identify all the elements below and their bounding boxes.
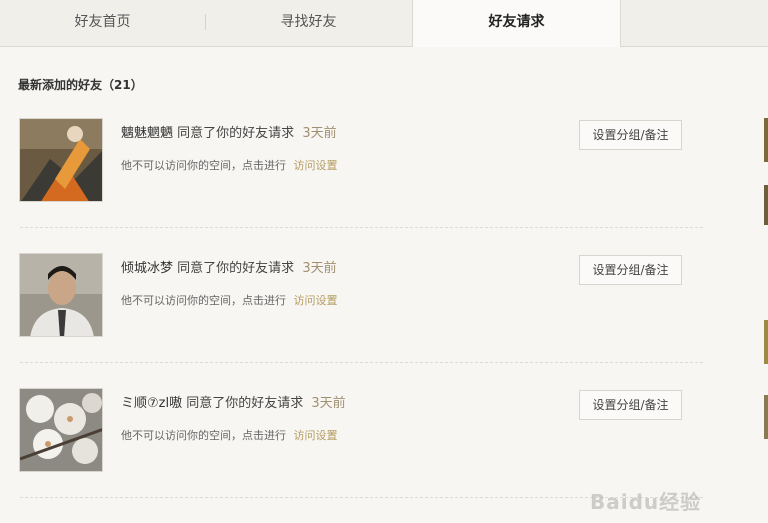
set-group-note-button[interactable]: 设置分组/备注 <box>579 120 682 150</box>
avatar-image <box>20 254 102 336</box>
tab-friend-requests[interactable]: 好友请求 <box>412 0 621 47</box>
activity-text: 同意了你的好友请求 <box>177 261 295 276</box>
timestamp: 3天前 <box>302 261 337 276</box>
access-note-text: 他不可以访问你的空间，点击进行 <box>121 159 286 172</box>
access-settings-link[interactable]: 访问设置 <box>294 159 338 172</box>
friend-list-item: 魑魅魍魉 同意了你的好友请求 3天前 他不可以访问你的空间，点击进行 访问设置 … <box>0 118 768 253</box>
friend-list-item: 倾城冰梦 同意了你的好友请求 3天前 他不可以访问你的空间，点击进行 访问设置 … <box>0 253 768 388</box>
section-title: 最新添加的好友（21） <box>18 78 143 92</box>
access-note-text: 他不可以访问你的空间，点击进行 <box>121 429 286 442</box>
activity-text: 同意了你的好友请求 <box>186 396 304 411</box>
access-note: 他不可以访问你的空间，点击进行 访问设置 <box>121 157 338 173</box>
divider <box>20 362 703 363</box>
friend-activity: ミ顺⑦zl嗷 同意了你的好友请求 3天前 <box>121 392 346 411</box>
divider <box>20 227 703 228</box>
friend-activity: 倾城冰梦 同意了你的好友请求 3天前 <box>121 257 337 276</box>
access-note: 他不可以访问你的空间，点击进行 访问设置 <box>121 292 338 308</box>
sidebar-thumbnail-edge <box>764 185 768 225</box>
tab-bar: 好友首页 寻找好友 好友请求 <box>0 0 768 47</box>
friend-name[interactable]: 倾城冰梦 <box>121 261 173 276</box>
tab-find-friends[interactable]: 寻找好友 <box>206 0 411 46</box>
sidebar-thumbnail-edge <box>764 118 768 162</box>
sidebar-thumbnail-edge <box>764 320 768 364</box>
friend-activity: 魑魅魍魉 同意了你的好友请求 3天前 <box>121 122 337 141</box>
sidebar-thumbnail-edge <box>764 395 768 439</box>
friend-name[interactable]: 魑魅魍魉 <box>121 126 173 141</box>
timestamp: 3天前 <box>302 126 337 141</box>
timestamp: 3天前 <box>311 396 346 411</box>
set-group-note-button[interactable]: 设置分组/备注 <box>579 390 682 420</box>
access-settings-link[interactable]: 访问设置 <box>294 429 338 442</box>
avatar[interactable] <box>19 253 103 337</box>
access-note-text: 他不可以访问你的空间，点击进行 <box>121 294 286 307</box>
tab-friends-home[interactable]: 好友首页 <box>0 0 205 46</box>
watermark-logo: Baidu经验 <box>590 490 702 514</box>
avatar-image <box>20 119 102 201</box>
avatar[interactable] <box>19 388 103 472</box>
friend-name[interactable]: ミ顺⑦zl嗷 <box>121 396 182 411</box>
avatar-image <box>20 389 102 471</box>
avatar[interactable] <box>19 118 103 202</box>
access-note: 他不可以访问你的空间，点击进行 访问设置 <box>121 427 338 443</box>
set-group-note-button[interactable]: 设置分组/备注 <box>579 255 682 285</box>
activity-text: 同意了你的好友请求 <box>177 126 295 141</box>
access-settings-link[interactable]: 访问设置 <box>294 294 338 307</box>
